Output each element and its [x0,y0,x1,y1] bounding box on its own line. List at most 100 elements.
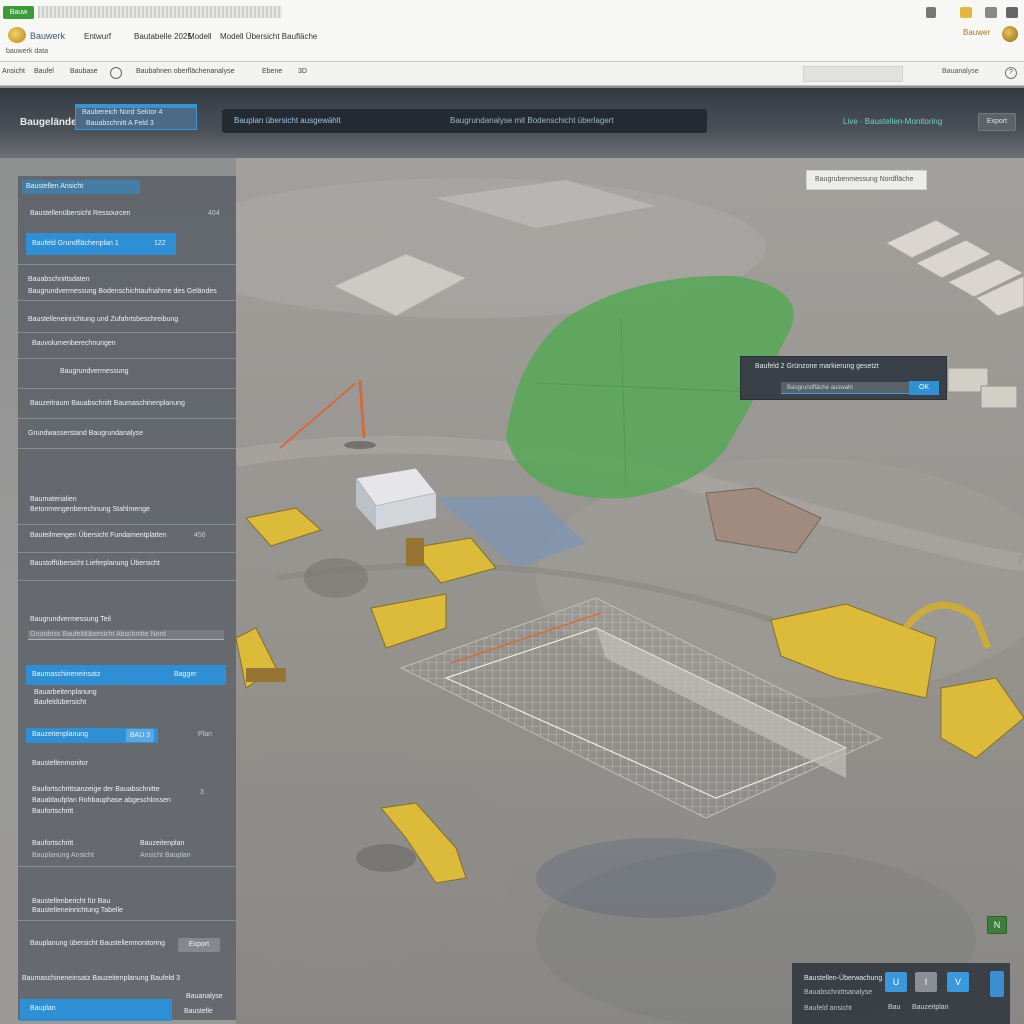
panel-row[interactable]: Bauzeitraum Bauabschnitt Baumaschinenpla… [30,400,185,407]
project-dropdown[interactable]: Baubereich Nord Sektor 4 Bauabschnitt A … [75,104,197,130]
site-scene [236,158,1024,1024]
desc1: Baufortschrittsanzeige der Bauabschnitte [32,786,160,793]
group2-sub: Betonmengenberechnung Stahlmenge [30,506,150,513]
desc3: Baufortschritt [32,808,74,815]
zone-popup-ok-button[interactable]: OK [909,381,939,395]
machine-selector-label: Baumaschineneinsatz [32,671,101,678]
project-search-bar[interactable]: Bauplan übersicht ausgewählt Baugrundana… [222,109,707,133]
window-menu-icon[interactable] [1006,7,1018,18]
last-right[interactable]: Bauanalyse [186,993,223,1000]
notification-icon[interactable] [926,7,936,18]
group2-row2[interactable]: Baustoffübersicht Lieferplanung Übersich… [30,560,160,567]
monitoring-card-label2: Bau [888,1004,901,1011]
panel-divider [18,418,236,419]
panel-row[interactable]: Bauvolumenberechnungen [32,340,116,347]
project-dropdown-line1: Baubereich Nord Sektor 4 [82,109,163,116]
app-subname: bauwerk data [6,48,49,55]
panel-divider [18,866,236,867]
field1-label: Baugrundvermessung Teil [30,616,111,623]
toolbar-ansicht[interactable]: Ansicht [2,68,25,75]
folder-icon[interactable] [960,7,972,18]
machine-sub-a: Bauarbeitenplanung [34,689,97,696]
panel-divider [18,920,236,921]
toolbar-3d[interactable]: 3D [298,68,307,75]
machine-sub-b: Baufeldübersicht [34,699,87,706]
schedule-sub: Baustellenmonitor [32,760,89,767]
settings-icon[interactable] [985,7,997,18]
monitoring-card-line3: Baufeld ansicht [804,1005,852,1012]
desc2: Bauablaufplan Rohbauphase abgeschlossen [32,797,171,804]
desc-value: 3 [200,789,204,796]
bottom-right-label[interactable]: Baustelle [184,1008,213,1015]
group2-value: 456 [194,532,206,539]
panel-row[interactable]: Grundwasserstand Baugrundanalyse [28,430,143,437]
user-name[interactable]: Bauwer [963,28,990,37]
zone-popup: Baufeld 2 Grünzone markierung gesetzt Ba… [740,356,947,400]
monitoring-card-label: Bauzeitplan [912,1004,949,1011]
menu-item-uebersicht[interactable]: Modell Übersicht Baufläche [220,32,317,41]
side-toggle-button[interactable] [990,971,1004,997]
project-search-secondary: Baugrundanalyse mit Bodenschicht überlag… [450,116,614,125]
panel-row[interactable]: Bauabschnittsdaten [28,276,90,283]
app-logo-icon [8,27,26,43]
toolbar: Ansicht Baufel Baubase Baubahnen oberflä… [0,62,1024,86]
toolbar-search-input[interactable] [803,66,903,82]
meta4: Ansicht Bauplan [140,852,191,859]
panel-divider [18,524,236,525]
menu-item-modell[interactable]: Modell [188,32,212,41]
meta1: Baufortschritt [32,840,74,847]
panel-row[interactable]: Baugrundvermessung Bodenschichtaufnahme … [28,288,217,295]
view-v-button[interactable]: V [947,972,969,992]
menu-item-bautabelle[interactable]: Bautabelle 2025 [134,32,192,41]
site-view[interactable] [236,158,1024,1024]
schedule-button[interactable]: BAU 3 [126,729,154,742]
panel-divider [18,580,236,581]
compass-icon[interactable]: N [987,916,1007,934]
zone-popup-field[interactable]: Baugrundfläche auswahl [781,382,911,394]
title-bar: Bauw Bauwerk bauwerk data Entwurf Bautab… [0,0,1024,62]
toolbar-right-label[interactable]: Bauanalyse [942,68,979,75]
user-avatar-icon[interactable] [1002,26,1018,42]
group3-title: Baustellenbericht für Bau [32,898,111,905]
panel-divider [18,388,236,389]
group2-row[interactable]: Bauteilmengen Übersicht Fundamentplatten [30,532,167,539]
panel-row1-value: 404 [208,210,220,217]
toolbar-target-icon[interactable] [110,67,122,79]
group3-sub: Baustelleneinrichtung Tabelle [32,907,123,914]
bottom-blue-button[interactable]: Bauplan [20,999,172,1021]
app-name: Bauwerk [30,31,66,41]
window-title-strip [38,6,282,18]
project-search-text: Bauplan übersicht ausgewählt [234,116,341,125]
help-icon[interactable]: ? [1005,67,1017,79]
group2-title: Baumaterialien [30,496,77,503]
status-link[interactable]: Live · Baustellen-Monitoring [843,117,942,126]
project-dropdown-line2: Bauabschnitt A Feld 3 [86,120,154,127]
schedule-right[interactable]: Plan [198,731,212,738]
panel-divider [18,300,236,301]
toolbar-baubase[interactable]: Baubase [70,68,98,75]
panel-divider [18,264,236,265]
menu-item-entwurf[interactable]: Entwurf [84,32,111,41]
info-card[interactable]: Baugrubenmessung Nordfläche [806,170,927,190]
schedule-label: Bauzeitenplanung [32,731,89,738]
monitoring-card-line2: Bauabschnittsanalyse [804,989,873,996]
toolbar-baufel[interactable]: Baufel [34,68,54,75]
field1-value: Grundriss Baufeldübersicht Abschnitte No… [30,631,166,638]
panel-selected-label: Baufeld Grundflächenplan 1 [32,240,119,247]
view-u-button[interactable]: U [885,972,907,992]
toolbar-analyse[interactable]: Baubahnen oberflächenanalyse [136,68,234,75]
footer-text: Bauplanung übersicht Baustellenmonitorin… [30,940,166,947]
panel-divider [18,332,236,333]
last-row[interactable]: Baumaschineneinsatz Bauzeitenplanung Bau… [22,975,180,982]
meta3: Bauplanung Ansicht [32,852,94,859]
zone-popup-title: Baufeld 2 Grünzone markierung gesetzt [755,363,879,370]
panel-divider [18,552,236,553]
app-badge: Bauw [3,6,34,19]
export-button[interactable]: Export [978,113,1016,131]
panel-header[interactable]: Baustellen Ansicht [26,183,83,190]
panel-row[interactable]: Baugrundvermessung [60,368,129,375]
view-i-button[interactable]: I [915,972,937,992]
footer-export-button[interactable]: Export [178,938,220,952]
toolbar-ebene[interactable]: Ebene [262,68,282,75]
panel-row[interactable]: Baustelleneinrichtung und Zufahrtsbeschr… [28,316,178,323]
